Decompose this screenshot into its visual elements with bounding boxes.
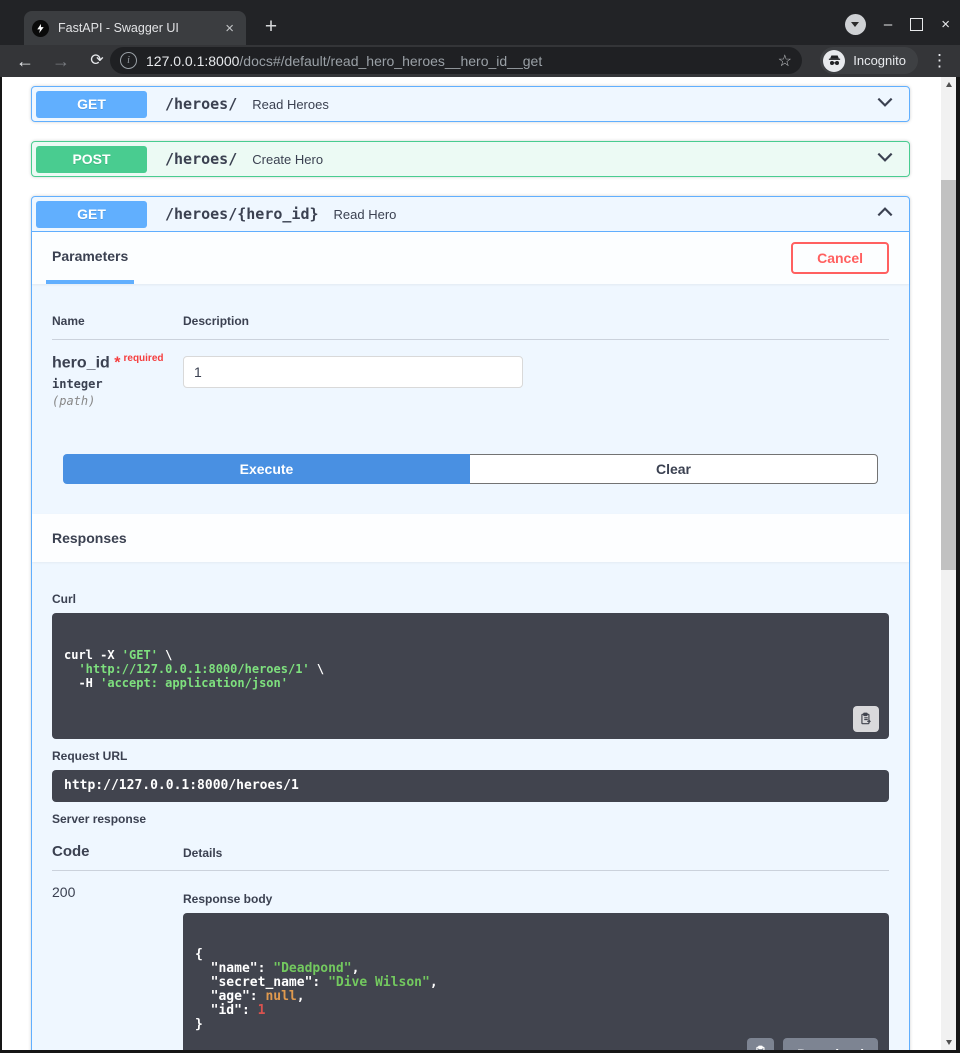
required-asterisk: * — [114, 354, 121, 372]
opblock-read-hero-header[interactable]: GET /heroes/{hero_id} Read Hero — [32, 197, 909, 232]
hero-id-input[interactable] — [183, 356, 523, 388]
execute-row: Execute Clear — [63, 454, 878, 485]
parameter-location: (path) — [52, 394, 96, 409]
close-button[interactable]: × — [941, 16, 950, 34]
forward-icon[interactable]: → — [48, 48, 74, 74]
tab-strip: FastAPI - Swagger UI × + – × — [0, 0, 960, 45]
page-info-icon[interactable]: i — [120, 52, 137, 69]
fastapi-favicon-icon — [32, 19, 49, 37]
clear-button[interactable]: Clear — [470, 454, 878, 485]
response-row: 200 Response body { "name": "Deadpond", … — [52, 884, 889, 1050]
endpoint-path: /heroes/{hero_id} — [165, 205, 319, 223]
name-column-header: Name — [52, 314, 85, 328]
response-table-header: Code Details — [52, 843, 889, 872]
curl-command-block: curl -X 'GET' \ 'http://127.0.0.1:8000/h… — [52, 613, 889, 740]
window-border — [0, 77, 2, 1053]
incognito-badge: Incognito — [820, 47, 918, 74]
scrollbar-thumb[interactable] — [941, 180, 956, 570]
reload-icon[interactable]: ⟳ — [84, 48, 110, 74]
incognito-label: Incognito — [853, 53, 906, 68]
url-host: 127.0.0.1:8000 — [146, 52, 240, 69]
scroll-up-icon[interactable] — [941, 77, 956, 92]
maximize-button[interactable] — [910, 18, 924, 31]
endpoint-path: /heroes/ — [165, 150, 238, 168]
description-column-header: Description — [183, 314, 250, 328]
parameter-type: integer — [52, 377, 103, 392]
swagger-page: GET /heroes/ Read Heroes POST /heroes/ C… — [2, 77, 956, 1050]
tab-close-icon[interactable]: × — [221, 20, 238, 37]
download-button[interactable]: Download — [783, 1038, 878, 1050]
menu-dots-icon[interactable]: ⋮ — [931, 49, 948, 73]
method-badge-get: GET — [36, 90, 147, 118]
chevron-down-icon[interactable] — [875, 92, 895, 117]
url-path: /docs#/default/read_hero_heroes__hero_id… — [239, 52, 543, 69]
responses-section: Curl curl -X 'GET' \ 'http://127.0.0.1:8… — [32, 562, 909, 1050]
required-label: required — [123, 353, 164, 364]
server-response-label: Server response — [52, 812, 147, 827]
url-text[interactable]: 127.0.0.1:8000/docs#/default/read_hero_h… — [146, 53, 778, 69]
window-border — [956, 77, 960, 1053]
endpoint-path: /heroes/ — [165, 95, 238, 113]
copy-icon[interactable] — [853, 706, 879, 733]
method-badge-get: GET — [36, 200, 147, 228]
browser-toolbar: ← → ⟳ i 127.0.0.1:8000/docs#/default/rea… — [0, 45, 960, 77]
response-body-block: { "name": "Deadpond", "secret_name": "Di… — [183, 913, 889, 1050]
minimize-button[interactable]: – — [884, 16, 892, 34]
url-bar[interactable]: i 127.0.0.1:8000/docs#/default/read_hero… — [110, 47, 802, 74]
endpoint-summary: Read Hero — [333, 206, 397, 222]
details-column-header: Details — [183, 846, 223, 861]
endpoint-summary: Read Heroes — [252, 96, 329, 112]
page-scrollbar[interactable] — [941, 77, 956, 1050]
back-icon[interactable]: ← — [12, 48, 38, 74]
status-code: 200 — [52, 884, 76, 901]
opblock-create-hero-header[interactable]: POST /heroes/ Create Hero — [32, 142, 909, 176]
endpoint-summary: Create Hero — [252, 151, 324, 167]
new-tab-button[interactable]: + — [258, 14, 284, 40]
browser-window: FastAPI - Swagger UI × + – × ← → ⟳ i 127… — [0, 0, 960, 1053]
tab-search-icon[interactable] — [844, 14, 866, 35]
parameters-header-band: Parameters Cancel — [32, 232, 909, 284]
request-url-block: http://127.0.0.1:8000/heroes/1 — [52, 770, 889, 803]
curl-label: Curl — [52, 592, 76, 607]
method-badge-post: POST — [36, 145, 147, 173]
opblock-create-hero: POST /heroes/ Create Hero — [31, 141, 910, 177]
opblock-read-heroes-header[interactable]: GET /heroes/ Read Heroes — [32, 87, 909, 121]
parameter-name: hero_id * required — [52, 353, 164, 372]
browser-tab[interactable]: FastAPI - Swagger UI × — [24, 11, 246, 45]
cancel-button[interactable]: Cancel — [791, 242, 889, 274]
bookmark-star-icon[interactable]: ☆ — [778, 51, 792, 71]
opblock-read-hero: GET /heroes/{hero_id} Read Hero Paramete… — [31, 196, 910, 1050]
chevron-up-icon[interactable] — [875, 202, 895, 227]
execute-button[interactable]: Execute — [63, 454, 470, 485]
incognito-icon — [823, 49, 846, 72]
chevron-down-icon[interactable] — [875, 147, 895, 172]
code-column-header: Code — [52, 843, 90, 861]
responses-title: Responses — [52, 530, 127, 547]
opblock-read-heroes: GET /heroes/ Read Heroes — [31, 86, 910, 122]
parameters-table: Name Description hero_id * required integ… — [32, 284, 909, 454]
request-url-label: Request URL — [52, 749, 128, 764]
tab-parameters[interactable]: Parameters — [46, 232, 135, 284]
response-body-label: Response body — [183, 892, 273, 907]
responses-header-band: Responses — [32, 514, 909, 563]
copy-icon[interactable] — [747, 1038, 775, 1050]
parameter-row: hero_id * required integer (path) — [52, 340, 889, 408]
scroll-down-icon[interactable] — [941, 1035, 956, 1050]
tab-title: FastAPI - Swagger UI — [58, 21, 179, 35]
